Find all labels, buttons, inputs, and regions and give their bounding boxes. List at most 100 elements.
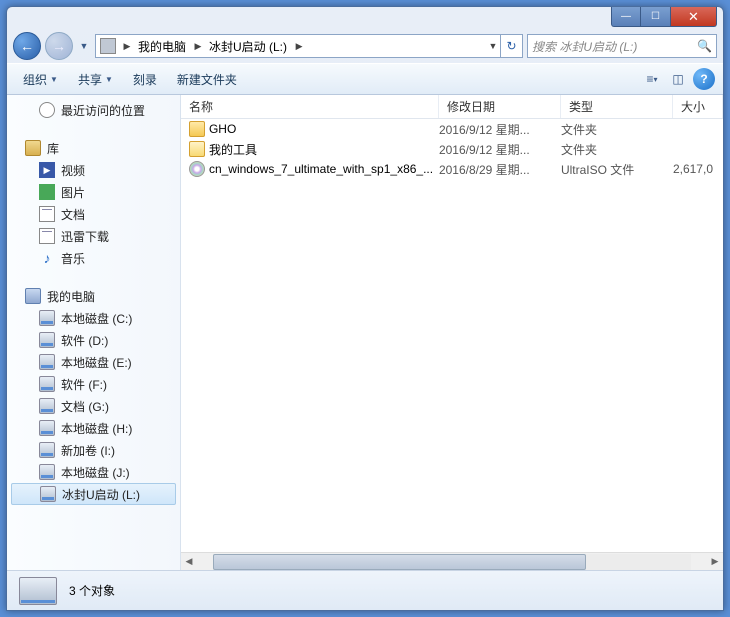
file-list[interactable]: GHO 2016/9/12 星期... 文件夹 我的工具 2016/9/12 星… [181,119,723,552]
sidebar-label: 本地磁盘 (C:) [61,310,132,327]
sidebar-item-pictures[interactable]: 图片 [11,181,180,203]
breadcrumb-label: 我的电脑 [138,38,186,55]
window-controls: — ☐ ✕ [611,7,717,27]
chevron-down-icon: ▼ [105,75,113,84]
chevron-right-icon[interactable]: ▶ [120,41,134,52]
sidebar-item-drive[interactable]: 本地磁盘 (H:) [11,417,180,439]
breadcrumb-segment[interactable]: 我的电脑 [134,35,191,57]
sidebar-label: 冰封U启动 (L:) [62,486,140,503]
scroll-thumb[interactable] [213,554,586,570]
sidebar-item-drive[interactable]: 本地磁盘 (E:) [11,351,180,373]
file-name: cn_windows_7_ultimate_with_sp1_x86_... [209,162,433,176]
organize-menu[interactable]: 组织▼ [15,68,66,91]
sidebar-label: 软件 (F:) [61,376,107,393]
navigation-pane[interactable]: 最近访问的位置 库 ▶ 视频 图片 文档 迅雷下载 ♪ 音乐 我的电脑 本地磁盘 (… [7,95,181,570]
library-icon [25,140,41,156]
column-headers: 名称 修改日期 类型 大小 [181,95,723,119]
sidebar-label: 音乐 [61,250,85,267]
maximize-button[interactable]: ☐ [641,7,671,27]
drive-icon [39,354,55,370]
file-row[interactable]: 我的工具 2016/9/12 星期... 文件夹 [181,139,723,159]
breadcrumb-segment[interactable]: 冰封U启动 (L:) [205,35,292,57]
sidebar-item-computer[interactable]: 我的电脑 [11,285,180,307]
drive-icon [39,420,55,436]
drive-icon [39,332,55,348]
chevron-right-icon[interactable]: ▶ [191,41,205,52]
navigation-bar: ← → ▼ ▶ 我的电脑 ▶ 冰封U启动 (L:) ▶ ▼ ↻ 搜索 冰封U启动… [7,29,723,63]
folder-icon [189,141,205,157]
sidebar-item-drive[interactable]: 文档 (G:) [11,395,180,417]
sidebar-item-drive[interactable]: 软件 (D:) [11,329,180,351]
new-folder-button[interactable]: 新建文件夹 [169,68,245,91]
video-icon: ▶ [39,162,55,178]
help-button[interactable]: ? [693,68,715,90]
close-button[interactable]: ✕ [671,7,717,27]
drive-icon [39,376,55,392]
file-row[interactable]: cn_windows_7_ultimate_with_sp1_x86_... 2… [181,159,723,179]
sidebar-item-drive[interactable]: 本地磁盘 (C:) [11,307,180,329]
explorer-body: 最近访问的位置 库 ▶ 视频 图片 文档 迅雷下载 ♪ 音乐 我的电脑 本地磁盘 (… [7,95,723,570]
column-header-size[interactable]: 大小 [673,95,723,118]
file-size: 2,617,0 [673,162,723,176]
history-dropdown[interactable]: ▼ [77,41,91,51]
file-date: 2016/8/29 星期... [439,161,561,178]
sidebar-item-drive[interactable]: 本地磁盘 (J:) [11,461,180,483]
address-dropdown[interactable]: ▼ [486,41,500,51]
sidebar-label: 视频 [61,162,85,179]
column-header-date[interactable]: 修改日期 [439,95,561,118]
iso-icon [189,161,205,177]
address-bar[interactable]: ▶ 我的电脑 ▶ 冰封U启动 (L:) ▶ ▼ ↻ [95,34,523,58]
refresh-button[interactable]: ↻ [500,35,522,57]
chevron-right-icon[interactable]: ▶ [292,41,306,52]
preview-pane-button[interactable]: ◫ [667,68,689,90]
explorer-window: — ☐ ✕ ← → ▼ ▶ 我的电脑 ▶ 冰封U启动 (L:) ▶ ▼ ↻ 搜索… [6,6,724,611]
forward-button[interactable]: → [45,32,73,60]
drive-icon [19,577,57,605]
computer-icon [25,288,41,304]
horizontal-scrollbar[interactable]: ◀ ▶ [181,552,723,570]
back-button[interactable]: ← [13,32,41,60]
column-header-name[interactable]: 名称 [181,95,439,118]
view-options-button[interactable]: ≡ ▾ [641,68,663,90]
sidebar-label: 本地磁盘 (J:) [61,464,130,481]
file-row[interactable]: GHO 2016/9/12 星期... 文件夹 [181,119,723,139]
sidebar-item-drive[interactable]: 冰封U启动 (L:) [11,483,176,505]
drive-icon [40,486,56,502]
pictures-icon [39,184,55,200]
file-list-pane: 名称 修改日期 类型 大小 GHO 2016/9/12 星期... 文件夹 我的… [181,95,723,570]
scroll-left-icon[interactable]: ◀ [181,556,197,567]
drive-icon [39,310,55,326]
drive-icon [39,398,55,414]
share-menu[interactable]: 共享▼ [70,68,121,91]
sidebar-item-drive[interactable]: 软件 (F:) [11,373,180,395]
music-icon: ♪ [39,250,55,266]
burn-button[interactable]: 刻录 [125,68,165,91]
sidebar-label: 文档 [61,206,85,223]
sidebar-label: 软件 (D:) [61,332,108,349]
download-icon [39,228,55,244]
file-date: 2016/9/12 星期... [439,121,561,138]
sidebar-item-library[interactable]: 库 [11,137,180,159]
column-header-type[interactable]: 类型 [561,95,673,118]
sidebar-item-music[interactable]: ♪ 音乐 [11,247,180,269]
sidebar-label: 我的电脑 [47,288,95,305]
status-bar: 3 个对象 [7,570,723,610]
organize-label: 组织 [23,71,47,88]
search-placeholder: 搜索 冰封U启动 (L:) [532,38,694,55]
sidebar-label: 文档 (G:) [61,398,109,415]
minimize-button[interactable]: — [611,7,641,27]
toolbar: 组织▼ 共享▼ 刻录 新建文件夹 ≡ ▾ ◫ ? [7,63,723,95]
sidebar-label: 迅雷下载 [61,228,109,245]
search-input[interactable]: 搜索 冰封U启动 (L:) 🔍 [527,34,717,58]
sidebar-item-xunlei[interactable]: 迅雷下载 [11,225,180,247]
chevron-down-icon: ▼ [50,75,58,84]
sidebar-item-video[interactable]: ▶ 视频 [11,159,180,181]
sidebar-item-drive[interactable]: 新加卷 (I:) [11,439,180,461]
scroll-track[interactable] [213,554,691,570]
sidebar-item-documents[interactable]: 文档 [11,203,180,225]
scroll-right-icon[interactable]: ▶ [707,556,723,567]
share-label: 共享 [78,71,102,88]
drive-icon [100,38,116,54]
file-name: GHO [209,122,236,136]
sidebar-item-recent[interactable]: 最近访问的位置 [11,99,180,121]
